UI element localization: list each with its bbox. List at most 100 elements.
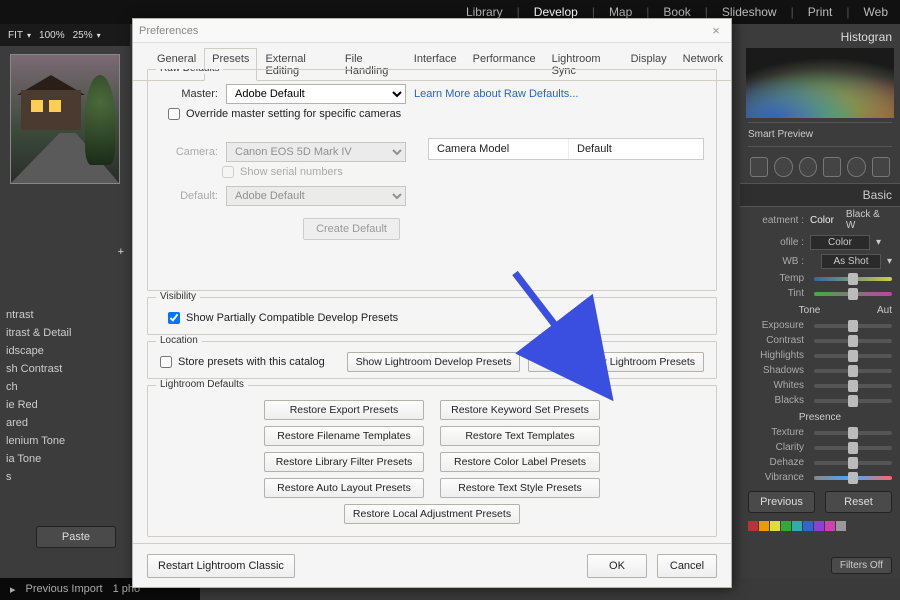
override-label: Override master setting for specific cam… xyxy=(186,108,401,120)
list-item[interactable]: itrast & Detail xyxy=(6,324,130,342)
list-item[interactable]: ared xyxy=(6,414,130,432)
source-label: Previous Import xyxy=(26,583,103,595)
treatment-color[interactable]: Color xyxy=(810,215,834,226)
zoom-bar: FIT 100% 25% xyxy=(0,24,130,46)
module-book[interactable]: Book xyxy=(663,5,690,19)
store-with-catalog-checkbox[interactable] xyxy=(160,356,172,368)
master-dropdown[interactable]: Adobe Default xyxy=(226,84,406,104)
default-dropdown: Adobe Default xyxy=(226,186,406,206)
module-map[interactable]: Map xyxy=(609,5,632,19)
exposure-slider[interactable] xyxy=(814,324,892,328)
dehaze-slider[interactable] xyxy=(814,461,892,465)
restore-color-label-button[interactable]: Restore Color Label Presets xyxy=(440,452,600,472)
restore-export-presets-button[interactable]: Restore Export Presets xyxy=(264,400,424,420)
temp-slider[interactable] xyxy=(814,277,892,281)
previous-button[interactable]: Previous xyxy=(748,491,815,513)
treatment-bw[interactable]: Black & W xyxy=(846,209,892,231)
group-title: Location xyxy=(156,335,202,346)
list-item[interactable]: idscape xyxy=(6,342,130,360)
zoom-25[interactable]: 25% xyxy=(73,30,101,41)
restore-keyword-presets-button[interactable]: Restore Keyword Set Presets xyxy=(440,400,600,420)
group-title: Visibility xyxy=(156,291,200,302)
smart-preview-label: Smart Preview xyxy=(748,122,892,147)
contrast-slider[interactable] xyxy=(814,339,892,343)
module-slideshow[interactable]: Slideshow xyxy=(722,5,777,19)
group-visibility: Visibility Show Partially Compatible Dev… xyxy=(147,297,717,335)
highlights-slider[interactable] xyxy=(814,354,892,358)
preferences-dialog: Preferences × General Presets External E… xyxy=(132,18,732,588)
whites-slider[interactable] xyxy=(814,384,892,388)
slider-label: Vibrance xyxy=(748,472,804,483)
treatment-label: eatment : xyxy=(748,215,804,226)
dialog-title: Preferences xyxy=(139,25,198,37)
basic-panel-header[interactable]: Basic xyxy=(740,183,900,207)
camera-defaults-table: Camera Model Default xyxy=(428,138,704,160)
restore-local-adjustment-button[interactable]: Restore Local Adjustment Presets xyxy=(344,504,520,524)
override-checkbox[interactable] xyxy=(168,108,180,120)
reset-button[interactable]: Reset xyxy=(825,491,892,513)
redeye-tool-icon[interactable] xyxy=(799,157,817,177)
fit-dropdown[interactable]: FIT xyxy=(8,30,31,41)
slider-label: Whites xyxy=(748,380,804,391)
blacks-slider[interactable] xyxy=(814,399,892,403)
zoom-100[interactable]: 100% xyxy=(39,30,65,41)
auto-button[interactable]: Aut xyxy=(877,305,892,316)
restore-library-filter-button[interactable]: Restore Library Filter Presets xyxy=(264,452,424,472)
learn-more-link[interactable]: Learn More about Raw Defaults... xyxy=(414,88,578,100)
show-partial-checkbox[interactable] xyxy=(168,312,180,324)
dialog-footer: Restart Lightroom Classic OK Cancel xyxy=(133,543,731,587)
paste-button[interactable]: Paste xyxy=(36,526,116,548)
restart-button[interactable]: Restart Lightroom Classic xyxy=(147,554,295,578)
show-develop-presets-button[interactable]: Show Lightroom Develop Presets xyxy=(347,352,521,372)
module-library[interactable]: Library xyxy=(466,5,503,19)
restore-auto-layout-button[interactable]: Restore Auto Layout Presets xyxy=(264,478,424,498)
close-icon[interactable]: × xyxy=(707,22,725,40)
list-item[interactable]: ntrast xyxy=(6,306,130,324)
show-other-presets-button[interactable]: Show All Other Lightroom Presets xyxy=(528,352,704,372)
radial-tool-icon[interactable] xyxy=(847,157,865,177)
show-serial-label: Show serial numbers xyxy=(240,166,343,178)
crop-tool-icon[interactable] xyxy=(750,157,768,177)
list-item[interactable]: ia Tone xyxy=(6,450,130,468)
list-item[interactable]: s xyxy=(6,468,130,486)
group-lightroom-defaults: Lightroom Defaults Restore Export Preset… xyxy=(147,385,717,537)
module-print[interactable]: Print xyxy=(808,5,833,19)
camera-label: Camera: xyxy=(160,146,218,158)
wb-label: WB : xyxy=(748,256,804,267)
histogram-title: Histogran xyxy=(740,24,900,46)
brush-tool-icon[interactable] xyxy=(872,157,890,177)
cancel-button[interactable]: Cancel xyxy=(657,554,717,578)
add-preset-icon[interactable]: + xyxy=(118,246,124,258)
slider-label: Temp xyxy=(748,273,804,284)
texture-slider[interactable] xyxy=(814,431,892,435)
list-item[interactable]: ie Red xyxy=(6,396,130,414)
restore-filename-templates-button[interactable]: Restore Filename Templates xyxy=(264,426,424,446)
chevron-right-icon: ▸ xyxy=(10,583,16,596)
group-title: Raw Defaults xyxy=(156,69,223,74)
gradient-tool-icon[interactable] xyxy=(823,157,841,177)
group-raw-defaults: Raw Defaults Master: Adobe Default Learn… xyxy=(147,69,717,291)
wb-dropdown[interactable]: As Shot xyxy=(821,254,881,269)
restore-text-templates-button[interactable]: Restore Text Templates xyxy=(440,426,600,446)
list-item[interactable]: ch xyxy=(6,378,130,396)
filters-off-button[interactable]: Filters Off xyxy=(831,557,892,574)
module-develop[interactable]: Develop xyxy=(534,5,578,19)
list-item[interactable]: sh Contrast xyxy=(6,360,130,378)
color-filter-swatches[interactable] xyxy=(740,519,900,533)
restore-text-style-button[interactable]: Restore Text Style Presets xyxy=(440,478,600,498)
spot-tool-icon[interactable] xyxy=(774,157,792,177)
shadows-slider[interactable] xyxy=(814,369,892,373)
vibrance-slider[interactable] xyxy=(814,476,892,480)
slider-label: Contrast xyxy=(748,335,804,346)
dialog-body: Raw Defaults Master: Adobe Default Learn… xyxy=(147,69,717,537)
navigator-thumbnail[interactable] xyxy=(10,54,120,184)
table-col-default: Default xyxy=(569,139,620,159)
histogram[interactable] xyxy=(746,48,894,118)
module-web[interactable]: Web xyxy=(864,5,888,19)
clarity-slider[interactable] xyxy=(814,446,892,450)
table-col-camera: Camera Model xyxy=(429,139,569,159)
tint-slider[interactable] xyxy=(814,292,892,296)
profile-dropdown[interactable]: Color xyxy=(810,235,870,250)
list-item[interactable]: lenium Tone xyxy=(6,432,130,450)
ok-button[interactable]: OK xyxy=(587,554,647,578)
